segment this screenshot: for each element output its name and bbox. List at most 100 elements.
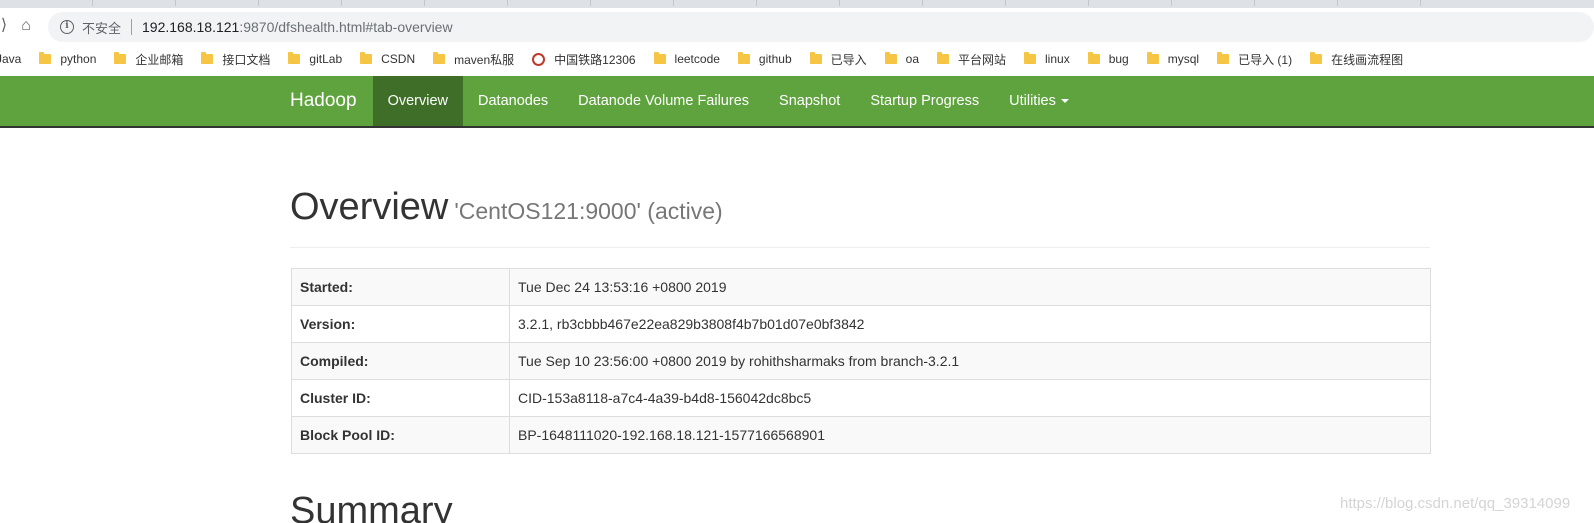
tab-separator: [175, 0, 176, 6]
folder-icon: [737, 52, 750, 64]
tab-separator: [1005, 0, 1006, 6]
bookmark-label: 已导入: [830, 52, 867, 67]
caret-down-icon: [1060, 99, 1069, 104]
tab-separator: [590, 0, 591, 6]
browser-toolbar: ⟩ ⌂ i 不安全 192.168.18.121:9870/dfshealth.…: [0, 8, 1594, 44]
railway-icon: [532, 52, 546, 66]
bookmark-item[interactable]: github: [737, 52, 792, 66]
bookmarks-bar: Java python 企业邮箱 接口文档 gitLab CSDN maven私服 中国铁路1…: [0, 44, 1594, 74]
bookmark-label: oa: [905, 52, 919, 66]
bookmark-label: 平台网站: [958, 52, 1007, 67]
folder-icon: [937, 52, 949, 64]
folder-icon: [1310, 52, 1323, 64]
row-value: Tue Dec 24 13:53:16 +0800 2019: [509, 268, 1431, 306]
folder-icon: [809, 52, 822, 64]
table-row: Version: 3.2.1, rb3cbbb467e22ea829b3808f4…: [291, 305, 1431, 343]
watermark: https://blog.csdn.net/qq_39314099: [1340, 495, 1571, 512]
row-key: Block Pool ID:: [291, 416, 510, 454]
tab-separator: [424, 0, 425, 6]
folder-icon: [39, 52, 52, 64]
bookmark-label: bug: [1108, 52, 1129, 66]
page-title: Overview: [290, 186, 449, 228]
bookmark-item[interactable]: 平台网站: [937, 51, 1006, 68]
bookmark-item[interactable]: CSDN: [360, 52, 415, 66]
nav-tab-label: Datanodes: [478, 93, 549, 109]
bookmark-label: 接口文档: [222, 52, 271, 67]
bookmark-item[interactable]: leetcode: [653, 52, 720, 66]
nav-tab-label: Utilities: [1009, 93, 1056, 109]
folder-icon: [1146, 52, 1159, 64]
row-key: Compiled:: [291, 342, 510, 380]
tab-separator: [1420, 0, 1421, 6]
table-row: Compiled: Tue Sep 10 23:56:00 +0800 2019 …: [291, 342, 1431, 380]
info-icon[interactable]: i: [60, 20, 74, 34]
bookmark-label: mysql: [1167, 52, 1200, 66]
bookmark-item[interactable]: gitLab: [288, 52, 342, 66]
address-bar[interactable]: i 不安全 192.168.18.121:9870/dfshealth.html…: [48, 12, 1594, 42]
folder-icon: [1024, 52, 1037, 64]
folder-icon: [653, 52, 666, 64]
hadoop-navbar: Hadoop Overview Datanodes Datanode Volume …: [0, 76, 1594, 128]
tab-separator: [839, 0, 840, 6]
nav-tab-label: Startup Progress: [870, 93, 980, 109]
bookmark-label: maven私服: [454, 52, 515, 67]
row-key: Version:: [291, 305, 510, 343]
row-value: BP-1648111020-192.168.18.121-15771665689…: [509, 416, 1431, 454]
nav-tab-snapshot[interactable]: Snapshot: [764, 76, 855, 126]
tab-separator: [341, 0, 342, 6]
row-value: 3.2.1, rb3cbbb467e22ea829b3808f4b7b01d07…: [509, 305, 1431, 343]
brand-link[interactable]: Hadoop: [290, 90, 357, 112]
bookmark-item[interactable]: Java: [0, 52, 21, 66]
bookmark-item[interactable]: maven私服: [433, 51, 514, 68]
bookmark-item[interactable]: 已导入 (1): [1217, 51, 1292, 68]
bookmark-label: github: [758, 52, 792, 66]
table-row: Cluster ID: CID-153a8118-a7c4-4a39-b4d8-1…: [291, 379, 1431, 417]
row-key: Cluster ID:: [291, 379, 510, 417]
folder-icon: [1217, 52, 1230, 64]
bookmark-item[interactable]: oa: [884, 52, 919, 66]
bookmark-item[interactable]: mysql: [1146, 52, 1200, 66]
tab-separator: [1171, 0, 1172, 6]
bookmark-label: 中国铁路12306: [554, 52, 636, 67]
tab-separator: [507, 0, 508, 6]
row-value: CID-153a8118-a7c4-4a39-b4d8-156042dc8bc5: [509, 379, 1431, 417]
page-header: Overview 'CentOS121:9000' (active): [290, 186, 1430, 248]
bookmark-item[interactable]: python: [39, 52, 96, 66]
bookmark-label: 企业邮箱: [135, 52, 184, 67]
tab-separator: [92, 0, 93, 6]
forward-icon[interactable]: ⟩: [0, 16, 14, 36]
folder-icon: [1087, 52, 1100, 64]
table-row: Started: Tue Dec 24 13:53:16 +0800 2019: [291, 268, 1431, 306]
bookmark-item[interactable]: 企业邮箱: [114, 51, 183, 68]
divider: [131, 19, 133, 35]
nav-tab-datanodes[interactable]: Datanodes: [463, 76, 563, 126]
row-value: Tue Sep 10 23:56:00 +0800 2019 by rohith…: [509, 342, 1431, 380]
home-icon[interactable]: ⌂: [16, 16, 36, 36]
nav-tab-label: Snapshot: [779, 93, 841, 109]
tab-separator: [1088, 0, 1089, 6]
url-path: :9870/dfshealth.html#tab-overview: [239, 19, 453, 35]
bookmark-item[interactable]: linux: [1024, 52, 1070, 66]
bookmark-label: Java: [0, 52, 22, 66]
tab-separator: [1254, 0, 1255, 6]
nav-tab-overview[interactable]: Overview: [372, 76, 463, 126]
nav-tab-datanode-volume-failures[interactable]: Datanode Volume Failures: [563, 76, 764, 126]
bookmark-label: python: [60, 52, 97, 66]
page-subtitle: 'CentOS121:9000' (active): [454, 198, 723, 224]
bookmark-item[interactable]: 接口文档: [201, 51, 270, 68]
bookmark-label: gitLab: [309, 52, 343, 66]
insecure-label: 不安全: [82, 20, 122, 36]
folder-icon: [201, 52, 214, 64]
summary-heading: Summary: [290, 490, 453, 523]
bookmark-item[interactable]: 已导入: [809, 51, 867, 68]
url-host: 192.168.18.121: [142, 19, 240, 35]
nav-tab-label: Datanode Volume Failures: [578, 93, 750, 109]
bookmark-item[interactable]: 中国铁路12306: [532, 51, 636, 68]
nav-tab-utilities[interactable]: Utilities: [994, 76, 1084, 126]
tab-separator: [1337, 0, 1338, 6]
row-key: Started:: [291, 268, 510, 306]
bookmark-item[interactable]: 在线画流程图: [1310, 51, 1403, 68]
nav-tab-startup-progress[interactable]: Startup Progress: [855, 76, 994, 126]
bookmark-item[interactable]: bug: [1087, 52, 1129, 66]
bookmark-label: 已导入 (1): [1238, 52, 1293, 67]
